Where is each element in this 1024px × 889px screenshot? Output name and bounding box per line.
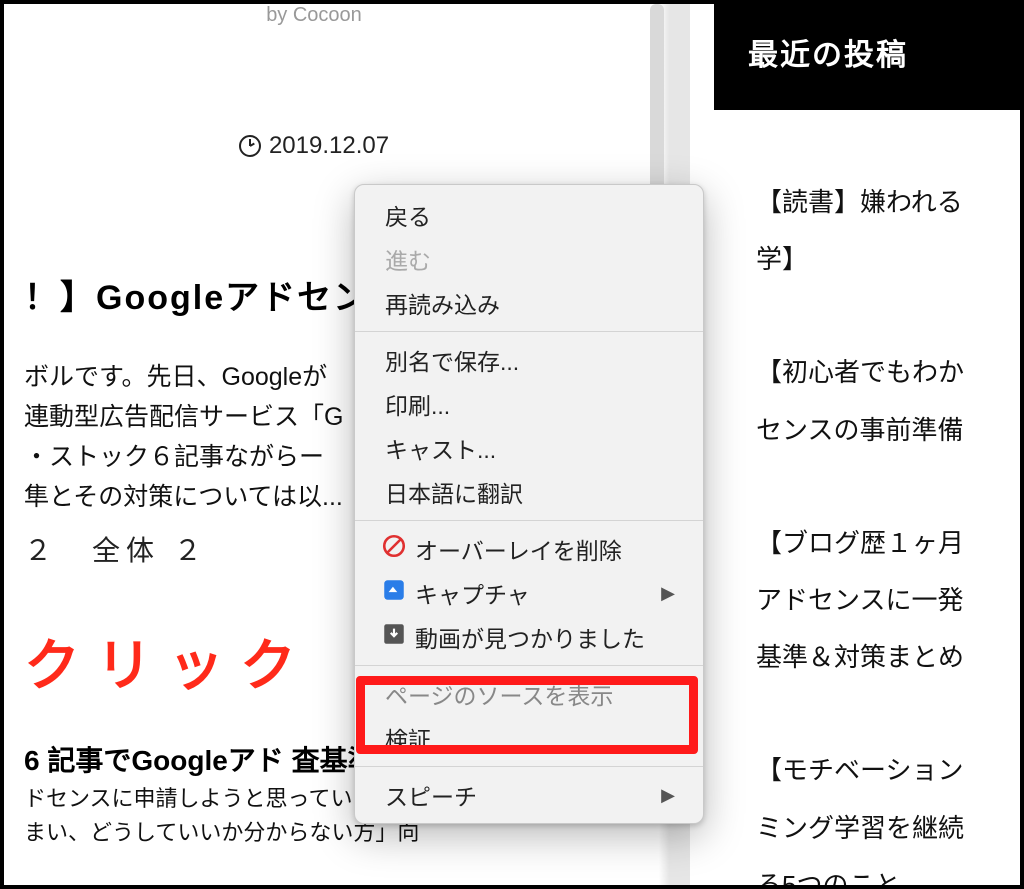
menu-item-forward: 進む [355, 237, 703, 281]
menu-separator [355, 766, 703, 767]
context-menu: 戻る 進む 再読み込み 別名で保存... 印刷... キャスト... 日本語に翻… [354, 184, 704, 824]
menu-label: 動画が見つかりました [415, 620, 645, 654]
forbid-icon [381, 533, 407, 559]
chevron-right-icon: ▶ [661, 785, 675, 806]
sidebar-header: 最近の投稿 [714, 4, 1020, 110]
sidebar-item[interactable]: 【読書】嫌われる 学】 [756, 174, 1020, 288]
menu-label: オーバーレイを削除 [415, 532, 622, 566]
download-icon [381, 621, 407, 647]
post-date: 2019.12.07 [24, 132, 604, 160]
menu-separator [355, 520, 703, 521]
capture-icon [381, 577, 407, 603]
menu-item-inspect[interactable]: 検証 [355, 716, 703, 760]
menu-item-reload[interactable]: 再読み込み [355, 281, 703, 325]
scrollbar-thumb[interactable] [650, 4, 664, 214]
menu-item-translate[interactable]: 日本語に翻訳 [355, 470, 703, 514]
menu-label: キャプチャ [415, 576, 530, 610]
menu-item-cast[interactable]: キャスト... [355, 426, 703, 470]
sidebar: 最近の投稿 【読書】嫌われる 学】 【初心者でもわか センスの事前準備 【ブログ… [714, 4, 1020, 885]
menu-item-print[interactable]: 印刷... [355, 382, 703, 426]
screenshot-frame: by Cocoon 2019.12.07 ！】Googleアドセン ボルです。先… [0, 0, 1024, 889]
menu-item-save-as[interactable]: 別名で保存... [355, 338, 703, 382]
menu-item-capture[interactable]: キャプチャ ▶ [355, 571, 703, 615]
menu-item-speech[interactable]: スピーチ ▶ [355, 773, 703, 817]
date-text: 2019.12.07 [269, 132, 389, 160]
menu-separator [355, 331, 703, 332]
sidebar-list: 【読書】嫌われる 学】 【初心者でもわか センスの事前準備 【ブログ歴１ヶ月 ア… [714, 110, 1020, 885]
menu-item-remove-overlay[interactable]: オーバーレイを削除 [355, 527, 703, 571]
menu-separator [355, 665, 703, 666]
sidebar-item[interactable]: 【モチベーション ミング学習を継続 る5つのこと [756, 742, 1020, 885]
chevron-right-icon: ▶ [661, 583, 675, 604]
menu-item-video-found[interactable]: 動画が見つかりました [355, 615, 703, 659]
byline: by Cocoon [24, 4, 604, 27]
menu-label: スピーチ [385, 778, 477, 812]
clock-icon [239, 135, 261, 157]
sidebar-item[interactable]: 【初心者でもわか センスの事前準備 [756, 344, 1020, 458]
menu-item-view-source[interactable]: ページのソースを表示 [355, 672, 703, 716]
sidebar-item[interactable]: 【ブログ歴１ヶ月 アドセンスに一発 基準＆対策まとめ [756, 515, 1020, 687]
menu-item-back[interactable]: 戻る [355, 193, 703, 237]
